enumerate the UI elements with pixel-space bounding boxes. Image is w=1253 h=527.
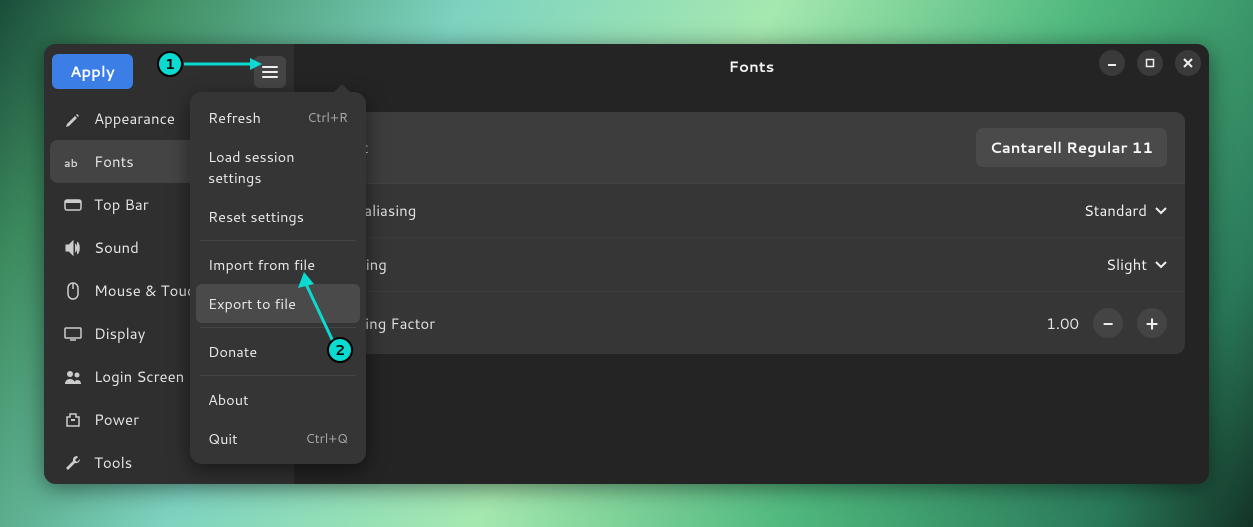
maximize-icon (1145, 58, 1155, 68)
scaling-value: 1.00 (1046, 313, 1079, 334)
row-antialiasing: Antialiasing Standard (318, 184, 1185, 238)
page-title: Fonts (729, 56, 775, 77)
close-button[interactable] (1175, 50, 1201, 76)
select-value: Slight (1106, 254, 1147, 275)
chevron-down-icon (1155, 207, 1167, 215)
menu-separator (200, 240, 356, 241)
display-icon (64, 325, 82, 343)
mouse-icon (64, 282, 82, 300)
sidebar-item-label: Sound (94, 237, 139, 258)
chevron-down-icon (1155, 261, 1167, 269)
main-pane: Fonts Font Cantarell Regular 11 Antialia… (294, 44, 1209, 484)
sidebar-item-label: Power (94, 409, 139, 430)
window-controls (1099, 50, 1201, 76)
hamburger-icon (262, 65, 278, 79)
menu-item-reset[interactable]: Reset settings (196, 197, 360, 236)
minimize-icon (1107, 58, 1117, 68)
menu-label: Quit (208, 428, 238, 449)
menu-shortcut: Ctrl+Q (305, 430, 348, 448)
sidebar-item-label: Fonts (94, 151, 134, 172)
settings-card: Font Cantarell Regular 11 Antialiasing S… (318, 112, 1185, 354)
font-chooser-button[interactable]: Cantarell Regular 11 (976, 128, 1167, 167)
row-scaling: Scaling Factor 1.00 − + (318, 292, 1185, 354)
sidebar-item-label: Top Bar (94, 194, 149, 215)
increase-button[interactable]: + (1137, 308, 1167, 338)
menu-item-load-session[interactable]: Load session settings (196, 137, 360, 197)
select-value: Standard (1084, 200, 1147, 221)
menu-label: About (208, 389, 249, 410)
minimize-button[interactable] (1099, 50, 1125, 76)
scaling-stepper: 1.00 − + (1046, 308, 1167, 338)
decrease-button[interactable]: − (1093, 308, 1123, 338)
close-icon (1183, 58, 1193, 68)
menu-item-about[interactable]: About (196, 380, 360, 419)
annotation-badge-1: 1 (157, 51, 183, 77)
sidebar-item-label: Display (94, 323, 145, 344)
row-hinting: Hinting Slight (318, 238, 1185, 292)
menu-label: Load session settings (208, 146, 348, 188)
content-area: Font Cantarell Regular 11 Antialiasing S… (294, 88, 1209, 354)
row-font: Font Cantarell Regular 11 (318, 112, 1185, 184)
menu-label: Reset settings (208, 206, 304, 227)
menu-label: Export to file (208, 293, 296, 314)
font-icon: ab (64, 153, 82, 171)
annotation-badge-2: 2 (327, 337, 353, 363)
topbar-icon (64, 196, 82, 214)
antialiasing-select[interactable]: Standard (1084, 200, 1167, 221)
menu-label: Refresh (208, 107, 261, 128)
sidebar-item-label: Login Screen (94, 366, 184, 387)
menu-item-refresh[interactable]: Refresh Ctrl+R (196, 98, 360, 137)
sidebar-item-label: Appearance (94, 108, 175, 129)
menu-item-quit[interactable]: Quit Ctrl+Q (196, 419, 360, 458)
menu-shortcut: Ctrl+R (307, 109, 348, 127)
menu-label: Donate (208, 341, 257, 362)
speaker-icon (64, 239, 82, 257)
annotation-arrow-1 (184, 58, 262, 70)
sidebar-item-label: Tools (94, 452, 132, 473)
power-icon (64, 411, 82, 429)
users-icon (64, 368, 82, 386)
apply-button[interactable]: Apply (52, 54, 133, 89)
wrench-icon (64, 454, 82, 472)
hinting-select[interactable]: Slight (1106, 254, 1167, 275)
svg-text:ab: ab (64, 155, 78, 169)
menu-separator (200, 375, 356, 376)
headerbar: Fonts (294, 44, 1209, 88)
maximize-button[interactable] (1137, 50, 1163, 76)
paintbrush-icon (64, 110, 82, 128)
